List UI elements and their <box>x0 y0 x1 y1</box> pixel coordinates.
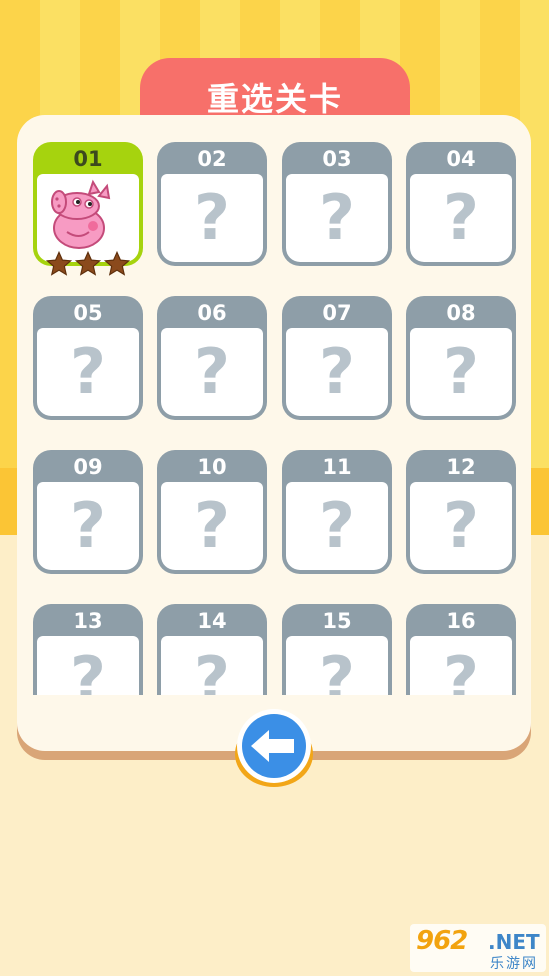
level-card-inner: ? <box>286 482 388 570</box>
level-number: 13 <box>73 609 103 633</box>
back-button[interactable] <box>234 708 314 788</box>
level-card-inner: ? <box>161 482 263 570</box>
level-card-12[interactable]: 12 ? <box>406 450 516 574</box>
level-number: 09 <box>73 455 103 479</box>
star-icon <box>74 250 102 276</box>
locked-question-icon: ? <box>194 489 230 562</box>
level-card-inner: ? <box>161 636 263 695</box>
arrow-left-icon <box>235 709 313 787</box>
locked-question-icon: ? <box>194 181 230 254</box>
level-card-05[interactable]: 05 ? <box>33 296 143 420</box>
level-number: 04 <box>446 147 476 171</box>
locked-question-icon: ? <box>194 643 230 695</box>
level-card-inner <box>37 174 139 262</box>
level-card-06[interactable]: 06 ? <box>157 296 267 420</box>
level-card-14[interactable]: 14 ? <box>157 604 267 695</box>
level-number: 01 <box>73 147 103 171</box>
level-card-inner: ? <box>37 482 139 570</box>
level-number: 02 <box>197 147 227 171</box>
level-number: 06 <box>197 301 227 325</box>
level-number: 12 <box>446 455 476 479</box>
level-card-inner: ? <box>410 328 512 416</box>
star-rating <box>43 250 133 280</box>
locked-question-icon: ? <box>194 335 230 408</box>
star-icon <box>103 250 131 276</box>
level-card-11[interactable]: 11 ? <box>282 450 392 574</box>
level-card-inner: ? <box>286 328 388 416</box>
level-card-inner: ? <box>161 174 263 262</box>
level-card-16[interactable]: 16 ? <box>406 604 516 695</box>
level-card-04[interactable]: 04 ? <box>406 142 516 266</box>
locked-question-icon: ? <box>70 643 106 695</box>
level-number: 03 <box>322 147 352 171</box>
level-grid: 01 02 ? 03 ? 04 ? 05 ? 06 ? 07 ? 08 ? 09… <box>17 115 531 695</box>
level-number: 10 <box>197 455 227 479</box>
level-card-08[interactable]: 08 ? <box>406 296 516 420</box>
pig-character-icon <box>51 179 111 249</box>
watermark-number: 962 <box>416 926 468 956</box>
level-card-13[interactable]: 13 ? <box>33 604 143 695</box>
level-card-inner: ? <box>286 636 388 695</box>
locked-question-icon: ? <box>319 489 355 562</box>
page-title: 重选关卡 <box>206 80 343 118</box>
level-card-10[interactable]: 10 ? <box>157 450 267 574</box>
level-card-inner: ? <box>410 636 512 695</box>
level-number: 14 <box>197 609 227 633</box>
level-number: 15 <box>322 609 352 633</box>
watermark-logo: 962 .NET 乐游网 <box>410 924 546 972</box>
locked-question-icon: ? <box>70 335 106 408</box>
locked-question-icon: ? <box>319 335 355 408</box>
level-card-02[interactable]: 02 ? <box>157 142 267 266</box>
level-card-inner: ? <box>37 636 139 695</box>
locked-question-icon: ? <box>319 643 355 695</box>
level-card-inner: ? <box>37 328 139 416</box>
locked-question-icon: ? <box>443 335 479 408</box>
level-number: 16 <box>446 609 476 633</box>
level-card-inner: ? <box>410 482 512 570</box>
level-card-01[interactable]: 01 <box>33 142 143 276</box>
watermark-cn: 乐游网 <box>490 956 538 972</box>
level-number: 07 <box>322 301 352 325</box>
locked-question-icon: ? <box>443 181 479 254</box>
level-card-07[interactable]: 07 ? <box>282 296 392 420</box>
level-card-03[interactable]: 03 ? <box>282 142 392 266</box>
locked-question-icon: ? <box>443 489 479 562</box>
locked-question-icon: ? <box>70 489 106 562</box>
locked-question-icon: ? <box>443 643 479 695</box>
level-card-inner: ? <box>286 174 388 262</box>
level-select-panel: 01 02 ? 03 ? 04 ? 05 ? 06 ? 07 ? 08 ? 09… <box>17 115 531 751</box>
level-card-15[interactable]: 15 ? <box>282 604 392 695</box>
level-number: 08 <box>446 301 476 325</box>
level-card-inner: ? <box>161 328 263 416</box>
level-card-inner: ? <box>410 174 512 262</box>
level-card-09[interactable]: 09 ? <box>33 450 143 574</box>
level-number: 05 <box>73 301 103 325</box>
locked-question-icon: ? <box>319 181 355 254</box>
level-number: 11 <box>322 455 352 479</box>
watermark-suffix: .NET <box>488 930 540 954</box>
star-icon <box>45 250 73 276</box>
